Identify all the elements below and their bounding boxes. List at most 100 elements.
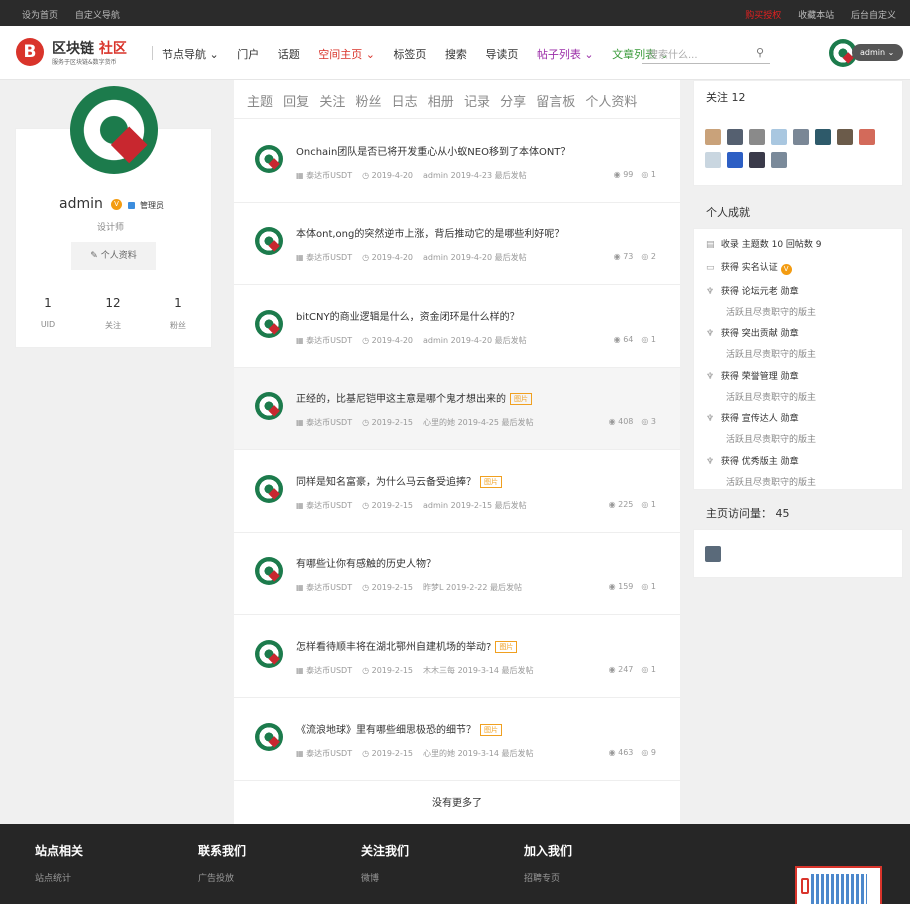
post-forum[interactable]: ▦ 泰达币USDT xyxy=(296,666,352,675)
post-forum[interactable]: ▦ 泰达币USDT xyxy=(296,336,352,345)
post-avatar[interactable] xyxy=(255,392,283,420)
nav-tags[interactable]: 标签页 xyxy=(393,46,426,62)
stat-following[interactable]: 12 关注 xyxy=(80,296,146,331)
post-avatar[interactable] xyxy=(255,310,283,338)
post-item[interactable]: 怎样看待顺丰将在湖北鄂州自建机场的举动? 图片 ▦ 泰达币USDT ◷ 2019-2-… xyxy=(234,616,680,698)
footer-link[interactable]: 广告投放 xyxy=(198,871,246,884)
search-icon[interactable]: ⚲ xyxy=(756,46,764,59)
follow-avatar[interactable] xyxy=(749,152,765,168)
follow-avatar[interactable] xyxy=(793,129,809,145)
post-item[interactable]: 《流浪地球》里有哪些细思极恐的细节？ 图片 ▦ 泰达币USDT ◷ 2019-2-15… xyxy=(234,699,680,781)
tab-follow[interactable]: 关注 xyxy=(319,95,345,110)
user-menu-button[interactable]: admin ⌄ xyxy=(852,44,903,61)
post-stats: ◉ 73 ◎ 2 xyxy=(606,252,656,261)
nav-search[interactable]: 搜索 xyxy=(445,46,467,62)
post-title[interactable]: 有哪些让你有感触的历史人物？ xyxy=(296,555,436,570)
replies-count: ◎ 9 xyxy=(641,748,656,757)
post-date: ◷ 2019-2-15 xyxy=(362,749,414,758)
post-item[interactable]: 本体ont,ong的突然逆市上涨，背后推动它的是哪些利好呢？ ▦ 泰达币USDT ◷… xyxy=(234,203,680,285)
replies-count: ◎ 1 xyxy=(641,335,656,344)
nav-threads[interactable]: 帖子列表 ⌄ xyxy=(537,46,594,62)
admin-custom-link[interactable]: 后台自定义 xyxy=(851,11,896,21)
post-avatar[interactable] xyxy=(255,723,283,751)
post-item[interactable]: 正经的，比基尼铠甲这主意是哪个鬼才想出来的 图片 ▦ 泰达币USDT ◷ 2019-2… xyxy=(234,368,680,450)
post-title[interactable]: 本体ont,ong的突然逆市上涨，背后推动它的是哪些利好呢？ xyxy=(296,225,564,240)
post-title[interactable]: bitCNY的商业逻辑是什么，资金闭环是什么样的？ xyxy=(296,308,520,323)
nav-topic[interactable]: 话题 xyxy=(278,46,300,62)
tab-blog[interactable]: 日志 xyxy=(392,95,418,110)
post-title[interactable]: 同样是知名富豪，为什么马云备受追捧？ 图片 xyxy=(296,473,502,488)
post-title[interactable]: 怎样看待顺丰将在湖北鄂州自建机场的举动? 图片 xyxy=(296,638,518,653)
post-title[interactable]: Onchain团队是否已将开发重心从小蚁NEO移到了本体ONT？ xyxy=(296,143,570,158)
follow-avatar[interactable] xyxy=(727,152,743,168)
footer-link[interactable]: 微博 xyxy=(361,871,409,884)
qr-pattern xyxy=(811,874,867,904)
stat-followers[interactable]: 1 粉丝 xyxy=(145,296,211,331)
nav-portal[interactable]: 门户 xyxy=(237,46,259,62)
post-item[interactable]: Onchain团队是否已将开发重心从小蚁NEO移到了本体ONT？ ▦ 泰达币USD… xyxy=(234,121,680,203)
profile-button[interactable]: ✎ 个人资料 xyxy=(71,242,156,270)
footer-link[interactable]: 招聘专页 xyxy=(524,871,572,884)
nav-space[interactable]: 空间主页 ⌄ xyxy=(318,46,375,62)
post-meta: ▦ 泰达币USDT ◷ 2019-2-15 木木三每 2019-3-14 最后发帖 xyxy=(296,665,544,676)
search-input[interactable]: 搜索什么... ⚲ xyxy=(642,42,770,64)
follow-avatar[interactable] xyxy=(749,129,765,145)
post-forum[interactable]: ▦ 泰达币USDT xyxy=(296,583,352,592)
footer-col-site: 站点相关 站点统计 xyxy=(35,844,84,884)
views-count: ◉ 99 xyxy=(613,170,634,179)
post-forum[interactable]: ▦ 泰达币USDT xyxy=(296,501,352,510)
profile-username: admin xyxy=(59,196,103,212)
post-forum[interactable]: ▦ 泰达币USDT xyxy=(296,253,352,262)
post-title[interactable]: 《流浪地球》里有哪些细思极恐的细节？ 图片 xyxy=(296,721,502,736)
visitor-avatar[interactable] xyxy=(705,546,721,562)
tab-profile[interactable]: 个人资料 xyxy=(585,95,637,110)
divider xyxy=(152,46,153,60)
post-avatar[interactable] xyxy=(255,475,283,503)
set-homepage-link[interactable]: 设为首页 xyxy=(22,11,58,21)
post-forum[interactable]: ▦ 泰达币USDT xyxy=(296,749,352,758)
post-avatar[interactable] xyxy=(255,227,283,255)
post-stats: ◉ 99 ◎ 1 xyxy=(606,170,656,179)
site-footer xyxy=(0,824,910,904)
nav-guide[interactable]: 导读页 xyxy=(485,46,518,62)
post-item[interactable]: 有哪些让你有感触的历史人物？ ▦ 泰达币USDT ◷ 2019-2-15 昨梦L 20… xyxy=(234,533,680,615)
tab-fans[interactable]: 粉丝 xyxy=(355,95,381,110)
tab-guestbook[interactable]: 留言板 xyxy=(536,95,575,110)
admin-icon xyxy=(128,202,135,209)
post-date: ◷ 2019-4-20 xyxy=(362,171,414,180)
post-stats: ◉ 159 ◎ 1 xyxy=(601,582,656,591)
nav-node[interactable]: 节点导航 ⌄ xyxy=(162,46,219,62)
post-forum[interactable]: ▦ 泰达币USDT xyxy=(296,171,352,180)
post-avatar[interactable] xyxy=(255,557,283,585)
bookmark-link[interactable]: 收藏本站 xyxy=(798,11,834,21)
post-item[interactable]: bitCNY的商业逻辑是什么，资金闭环是什么样的？ ▦ 泰达币USDT ◷ 2019… xyxy=(234,286,680,368)
image-tag: 图片 xyxy=(510,393,532,405)
follow-avatar[interactable] xyxy=(837,129,853,145)
post-avatar[interactable] xyxy=(255,640,283,668)
post-item[interactable]: 同样是知名富豪，为什么马云备受追捧？ 图片 ▦ 泰达币USDT ◷ 2019-2-15… xyxy=(234,451,680,533)
stat-uid[interactable]: 1 UID xyxy=(15,296,81,329)
tab-replies[interactable]: 回复 xyxy=(283,95,309,110)
post-title[interactable]: 正经的，比基尼铠甲这主意是哪个鬼才想出来的 图片 xyxy=(296,390,532,405)
tab-records[interactable]: 记录 xyxy=(464,95,490,110)
follow-avatar[interactable] xyxy=(727,129,743,145)
profile-tabs: 主题 回复 关注 粉丝 日志 相册 记录 分享 留言板 个人资料 xyxy=(247,91,643,110)
buy-license-link[interactable]: 购买授权 xyxy=(745,11,781,21)
follow-avatar[interactable] xyxy=(771,129,787,145)
follow-avatar[interactable] xyxy=(815,129,831,145)
custom-nav-link[interactable]: 自定义导航 xyxy=(75,11,120,21)
tab-share[interactable]: 分享 xyxy=(500,95,526,110)
follow-avatar[interactable] xyxy=(705,152,721,168)
post-meta: ▦ 泰达币USDT ◷ 2019-2-15 心里的她 2019-4-25 最后发帖 xyxy=(296,417,544,428)
post-forum[interactable]: ▦ 泰达币USDT xyxy=(296,418,352,427)
post-avatar[interactable] xyxy=(255,145,283,173)
post-meta: ▦ 泰达币USDT ◷ 2019-2-15 昨梦L 2019-2-22 最后发帖 xyxy=(296,582,532,593)
follow-avatar[interactable] xyxy=(859,129,875,145)
tab-album[interactable]: 相册 xyxy=(428,95,454,110)
tab-threads[interactable]: 主题 xyxy=(247,95,273,110)
profile-avatar[interactable] xyxy=(70,86,158,174)
follow-avatar[interactable] xyxy=(705,129,721,145)
follow-avatar[interactable] xyxy=(771,152,787,168)
footer-link[interactable]: 站点统计 xyxy=(35,871,83,884)
site-logo[interactable]: B 区块链 社区 服务于区块链&数字货币 xyxy=(16,38,146,70)
